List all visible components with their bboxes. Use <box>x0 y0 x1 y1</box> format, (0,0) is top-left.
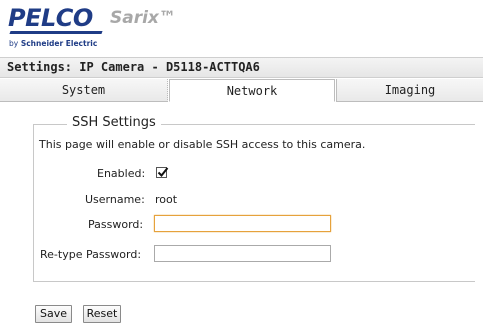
schneider-byline: by Schneider Electric <box>9 39 97 48</box>
header: PELCO Sarix™ by Schneider Electric <box>0 0 483 56</box>
ssh-settings-legend: SSH Settings <box>67 115 161 130</box>
username-label: Username: <box>85 193 145 206</box>
username-value: root <box>155 193 178 206</box>
retype-password-field[interactable] <box>154 245 331 262</box>
logo-underline <box>9 31 103 34</box>
enabled-checkbox[interactable] <box>156 167 169 178</box>
tab-network[interactable]: Network <box>169 79 335 102</box>
tab-bar: System Network Imaging <box>0 79 483 102</box>
enabled-label: Enabled: <box>97 167 146 180</box>
reset-button[interactable]: Reset <box>83 305 121 323</box>
password-label: Password: <box>88 218 144 231</box>
pelco-logo: PELCO <box>8 4 93 32</box>
password-field[interactable] <box>154 215 331 232</box>
sarix-logo: Sarix™ <box>110 8 176 28</box>
checkmark-icon <box>157 167 169 177</box>
retype-password-label: Re-type Password: <box>40 248 142 261</box>
byline-prefix: by <box>9 39 19 48</box>
byline-company: Schneider Electric <box>20 39 98 48</box>
page-title: Settings: IP Camera - D5118-ACTTQA6 <box>7 60 260 74</box>
tab-system[interactable]: System <box>0 79 168 102</box>
ssh-description: This page will enable or disable SSH acc… <box>39 138 366 151</box>
settings-title-bar: Settings: IP Camera - D5118-ACTTQA6 <box>0 57 483 78</box>
tab-imaging[interactable]: Imaging <box>336 79 483 102</box>
save-button[interactable]: Save <box>35 305 72 323</box>
